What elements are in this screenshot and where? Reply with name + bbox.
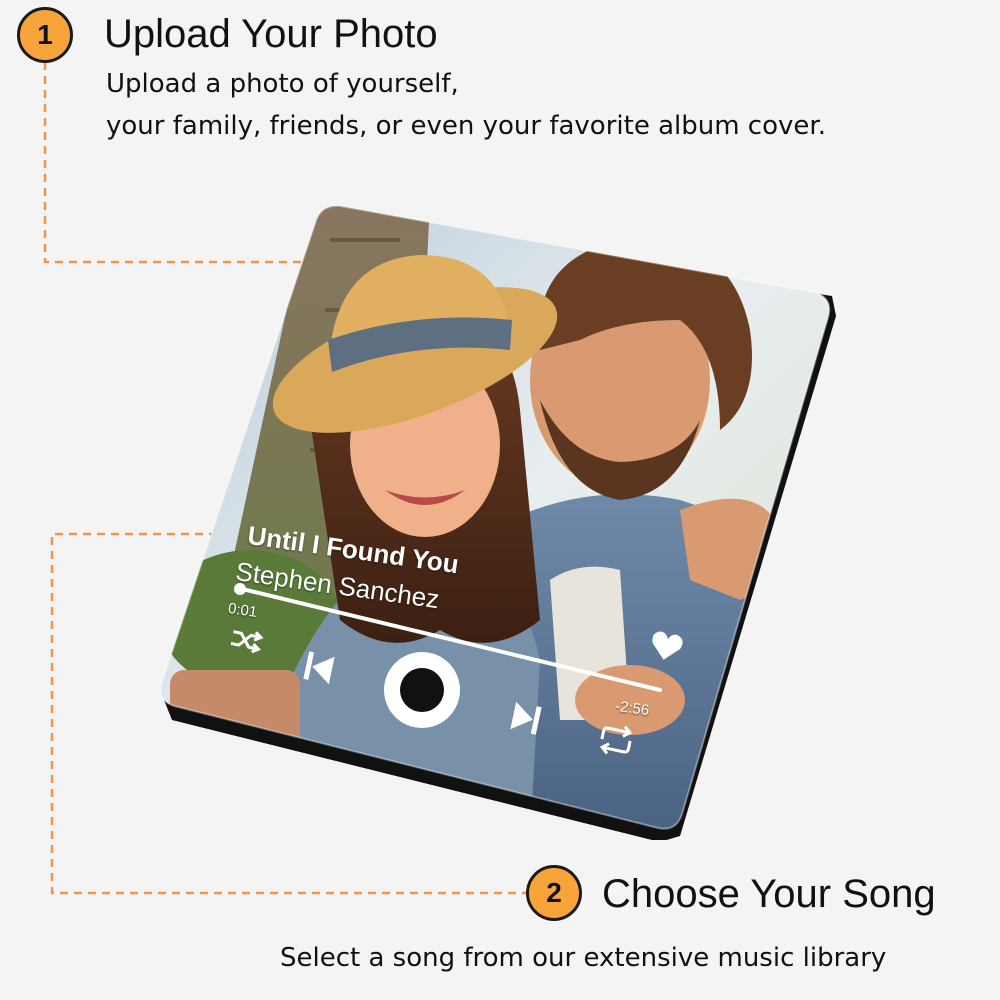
next-icon bbox=[510, 701, 542, 735]
step1-title: Upload Your Photo bbox=[104, 12, 438, 56]
step2-title: Choose Your Song bbox=[602, 872, 936, 916]
step1-desc-line1: Upload a photo of yourself, bbox=[106, 69, 459, 99]
step2-desc: Select a song from our extensive music l… bbox=[280, 943, 887, 973]
step2-badge: 2 bbox=[526, 865, 582, 921]
step1-badge: 1 bbox=[17, 7, 73, 63]
product-tile: Until I Found You Stephen Sanchez 0:01 -… bbox=[160, 200, 840, 840]
step2-number: 2 bbox=[546, 877, 562, 908]
repeat-icon bbox=[599, 725, 633, 755]
shuffle-icon bbox=[230, 630, 264, 654]
play-icon bbox=[384, 652, 460, 728]
step1-desc-line2: your family, friends, or even your favor… bbox=[106, 111, 826, 141]
heart-icon bbox=[652, 631, 683, 660]
previous-icon bbox=[303, 651, 335, 685]
player-controls bbox=[230, 583, 683, 755]
step1-number: 1 bbox=[37, 19, 53, 50]
